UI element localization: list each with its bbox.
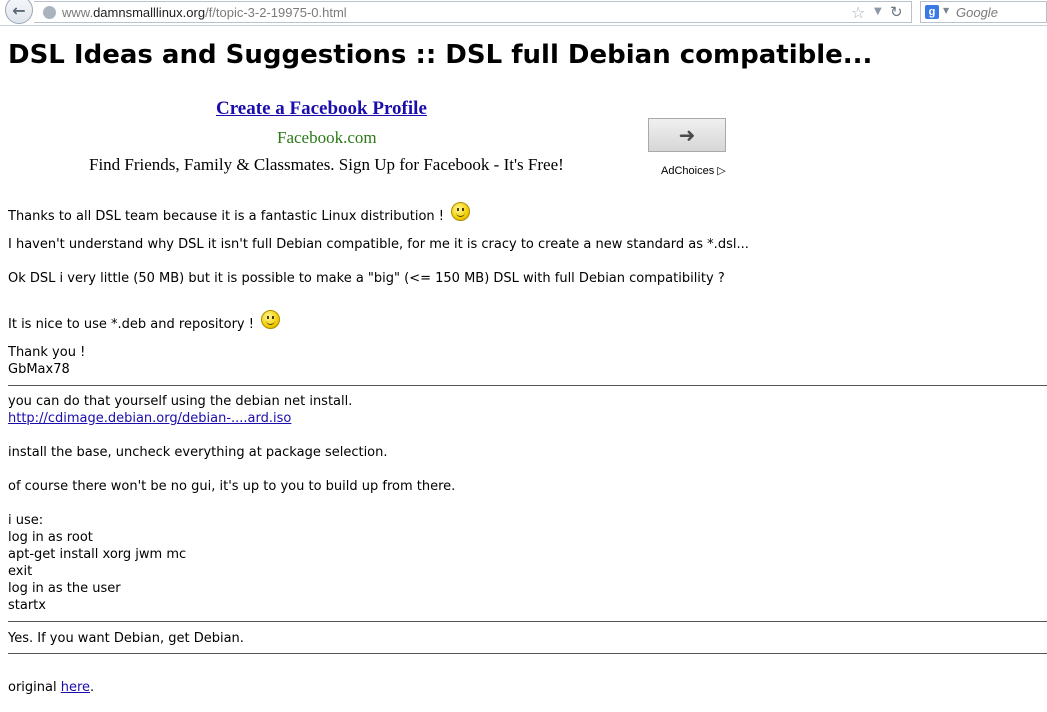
- ad-go-button[interactable]: ➜: [648, 118, 726, 152]
- post-1-signature: GbMax78: [8, 362, 70, 377]
- post-2-cmd-1: log in as root: [8, 530, 93, 545]
- post-1-line-3: Ok DSL i very little (50 MB) but it is p…: [8, 271, 725, 286]
- adchoices-link[interactable]: AdChoices ▷: [661, 164, 726, 177]
- post-2-line-1: you can do that yourself using the debia…: [8, 394, 353, 409]
- post-1-line-2: I haven't understand why DSL it isn't fu…: [8, 237, 749, 252]
- debian-iso-link[interactable]: http://cdimage.debian.org/debian-....ard…: [8, 410, 291, 427]
- post-2-line-4: i use:: [8, 513, 44, 528]
- post-1-line-4: It is nice to use *.deb and repository !: [8, 310, 281, 333]
- post-1-line-5: Thank you !: [8, 345, 86, 360]
- url-text[interactable]: www.damnsmalllinux.org/f/topic-3-2-19975…: [62, 5, 347, 20]
- browser-toolbar: www.damnsmalllinux.org/f/topic-3-2-19975…: [0, 0, 1047, 26]
- page-title: DSL Ideas and Suggestions :: DSL full De…: [8, 40, 873, 70]
- url-bar[interactable]: www.damnsmalllinux.org/f/topic-3-2-19975…: [34, 1, 912, 23]
- google-icon[interactable]: g: [925, 5, 939, 19]
- original-here-link[interactable]: here: [61, 680, 90, 695]
- post-3-line-1: Yes. If you want Debian, get Debian.: [8, 631, 244, 646]
- footer-original: original here.: [8, 680, 95, 695]
- post-divider: [8, 621, 1047, 622]
- search-engine-dropdown-icon[interactable]: ▼: [943, 6, 949, 15]
- post-2-line-3: of course there won't be no gui, it's up…: [8, 479, 456, 494]
- ad-description[interactable]: Find Friends, Family & Classmates. Sign …: [89, 155, 564, 175]
- back-button[interactable]: ←: [5, 0, 33, 24]
- arrow-right-icon: ➜: [678, 123, 696, 147]
- post-divider: [8, 653, 1047, 654]
- reload-icon[interactable]: ↻: [890, 3, 903, 21]
- post-2-cmd-4: log in as the user: [8, 581, 121, 596]
- post-2-cmd-3: exit: [8, 564, 33, 579]
- post-2-line-2: install the base, uncheck everything at …: [8, 445, 388, 460]
- history-dropdown-icon[interactable]: ▼: [874, 6, 882, 17]
- post-2-cmd-2: apt-get install xorg jwm mc: [8, 547, 187, 562]
- post-2-cmd-5: startx: [8, 598, 46, 613]
- bookmark-star-icon[interactable]: ☆: [851, 3, 865, 22]
- post-divider: [8, 385, 1047, 386]
- globe-icon: [43, 6, 56, 19]
- search-bar[interactable]: g ▼ Google: [920, 1, 1047, 23]
- search-placeholder[interactable]: Google: [956, 5, 998, 20]
- smiley-icon: [451, 202, 471, 221]
- adchoices-icon: ▷: [717, 165, 726, 177]
- back-arrow-icon: ←: [12, 0, 26, 20]
- ad-display-url[interactable]: Facebook.com: [277, 128, 377, 148]
- post-1-line-1: Thanks to all DSL team because it is a f…: [8, 202, 471, 225]
- ad-headline-link[interactable]: Create a Facebook Profile: [216, 98, 427, 120]
- smiley-icon: [261, 310, 281, 329]
